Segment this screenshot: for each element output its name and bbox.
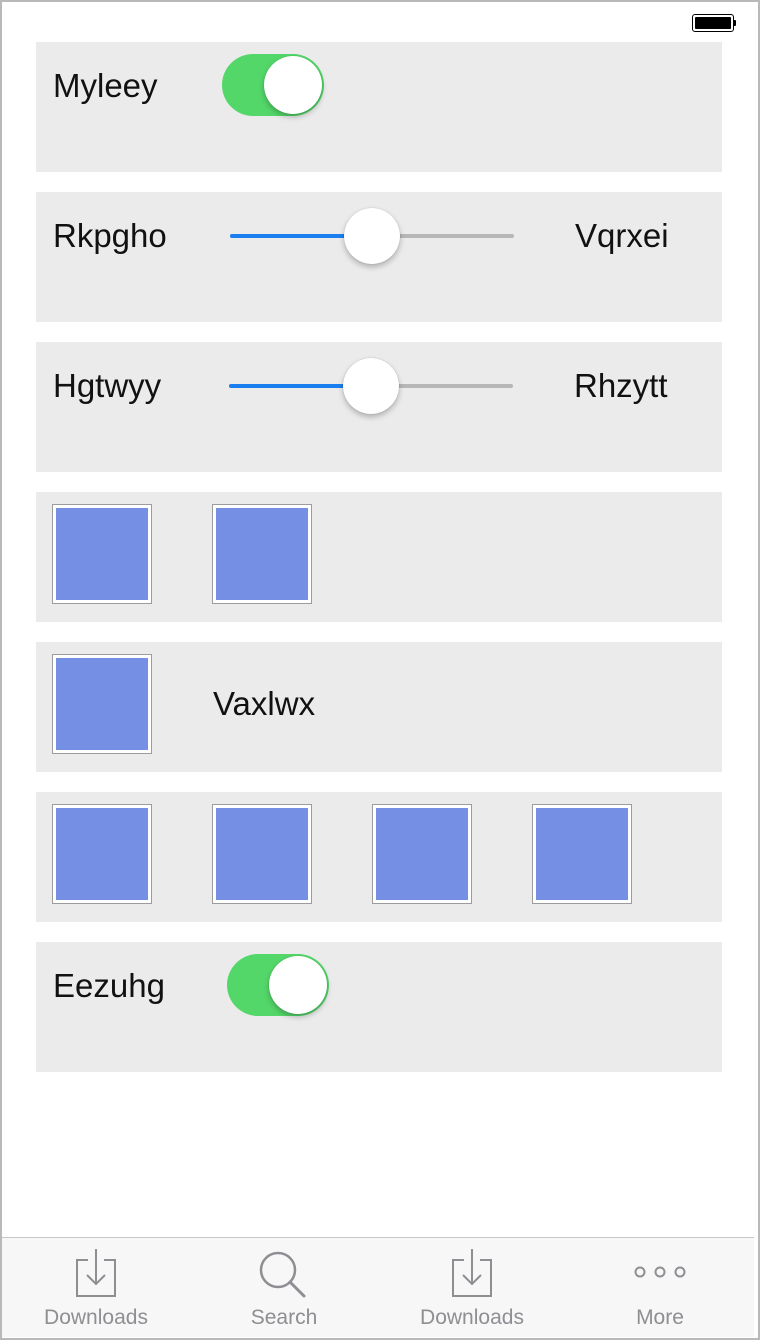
image-caption: Vaxlwx: [213, 685, 316, 722]
image-tile: [532, 804, 632, 904]
row-vaxlwx: Vaxlwx: [36, 642, 722, 772]
slider-min-label: Rkpgho: [53, 217, 167, 254]
slider-thumb[interactable]: [344, 208, 400, 264]
switch-label: Eezuhg: [53, 967, 165, 1004]
tab-label: Search: [250, 1306, 318, 1329]
toggle-switch[interactable]: [222, 54, 324, 116]
switch-label: Myleey: [53, 67, 158, 104]
slider-max-label: Rhzytt: [574, 367, 668, 404]
row-rkpgho: Rkpgho Vqrxei: [36, 192, 722, 322]
tab-label: Downloads: [420, 1306, 524, 1329]
battery-icon: [692, 14, 736, 32]
slider[interactable]: [230, 206, 514, 266]
slider-max-label: Vqrxei: [575, 217, 669, 254]
tab-downloads[interactable]: Downloads: [378, 1238, 566, 1337]
image-tile: [212, 804, 312, 904]
download-icon: [76, 1249, 116, 1297]
switch-knob: [269, 956, 327, 1014]
download-icon: [452, 1249, 492, 1297]
image-tile: [52, 504, 152, 604]
tab-search[interactable]: Search: [190, 1238, 378, 1337]
row-myleey: Myleey: [36, 42, 722, 172]
search-icon: [259, 1251, 306, 1298]
tab-label: Downloads: [44, 1306, 148, 1329]
tab-label: More: [636, 1306, 684, 1329]
image-tile: [52, 654, 152, 754]
row-hgtwyy: Hgtwyy Rhzytt: [36, 342, 722, 472]
switch-knob: [264, 56, 322, 114]
screen: Myleey Rkpgho Vqrxei Hgtwyy Rhzytt Vaxlw…: [0, 0, 760, 1340]
tab-more[interactable]: More: [566, 1238, 754, 1337]
row-images-4: [36, 792, 722, 922]
row-images-2: [36, 492, 722, 622]
more-icon: [634, 1266, 686, 1278]
tab-bar: Downloads Search Downloads More: [2, 1237, 754, 1337]
tab-downloads[interactable]: Downloads: [2, 1238, 190, 1337]
image-tile: [372, 804, 472, 904]
slider[interactable]: [229, 356, 513, 416]
slider-thumb[interactable]: [343, 358, 399, 414]
image-tile: [212, 504, 312, 604]
image-tile: [52, 804, 152, 904]
slider-min-label: Hgtwyy: [53, 367, 162, 404]
toggle-switch[interactable]: [227, 954, 329, 1016]
row-eezuhg: Eezuhg: [36, 942, 722, 1072]
